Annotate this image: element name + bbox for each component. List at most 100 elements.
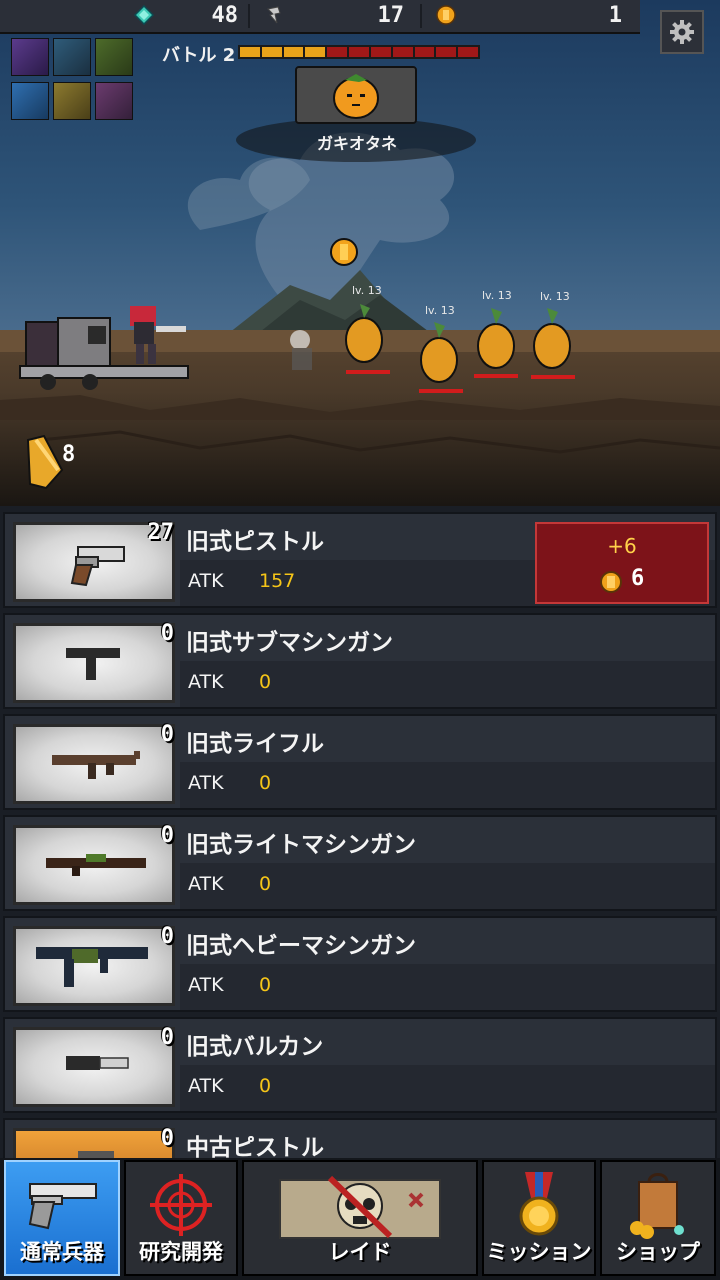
hero-soldier [130, 306, 186, 364]
progress-segment [349, 47, 369, 57]
nav-research-label: 研究開発 [139, 1240, 223, 1264]
lmg-icon [46, 854, 146, 876]
buff-slot-1-icon[interactable] [11, 38, 49, 76]
pistol-icon [28, 1183, 97, 1230]
atk-value: 0 [259, 671, 272, 693]
buff-slot-3-icon[interactable] [95, 38, 133, 76]
progress-segment [305, 47, 326, 57]
enemy-level: lv. 13 [482, 289, 512, 302]
weapon-row[interactable]: 0 旧式バルカン ATK 0 [3, 1017, 717, 1113]
ghost-enemy [290, 330, 312, 370]
nav-raid-label: レイド [328, 1240, 392, 1264]
weapon-thumbnail: 0 [13, 621, 175, 703]
nav-weapons-button[interactable]: 通常兵器 [4, 1160, 120, 1276]
weapon-name: 旧式サブマシンガン [186, 630, 393, 656]
atk-label: ATK [188, 772, 224, 794]
ammo-icon [26, 434, 64, 490]
weapon-count: 0 [160, 1126, 174, 1151]
skull-map-icon [279, 1175, 441, 1239]
weapon-count: 27 [147, 520, 175, 545]
weapon-row[interactable]: 0 中古ピストル [3, 1118, 717, 1158]
buff-slot-5-icon[interactable] [53, 82, 91, 120]
nav-shop-button[interactable]: ショップ [600, 1160, 716, 1276]
gem-count: 48 [211, 2, 239, 28]
coin-count: 1 [608, 2, 622, 28]
crosshair-icon [150, 1174, 212, 1236]
weapon-count: 0 [160, 823, 174, 848]
upgrade-button[interactable]: +6 6 [535, 522, 709, 604]
weapon-row[interactable]: 0 旧式ヘビーマシンガン ATK 0 [3, 916, 717, 1012]
atk-label: ATK [188, 570, 224, 592]
atk-value: 0 [259, 1075, 272, 1097]
battle-label: バトル 2 [162, 45, 236, 66]
atk-label: ATK [188, 873, 224, 895]
ticket-count: 17 [377, 2, 405, 28]
nav-raid-button[interactable]: レイド [242, 1160, 478, 1276]
weapon-row[interactable]: 0 旧式ライトマシンガン ATK 0 [3, 815, 717, 911]
smg-icon [66, 648, 120, 680]
onion-enemy [420, 322, 458, 383]
enemy-level: lv. 13 [425, 304, 455, 317]
weapon-thumbnail: 0 [13, 823, 175, 905]
progress-segment [261, 47, 282, 57]
atk-label: ATK [188, 974, 224, 996]
enemy-level: lv. 13 [540, 290, 570, 303]
weapon-list[interactable]: 27 旧式ピストル ATK 157 +6 6 0 旧式サブマシンガン ATK 0 [0, 506, 720, 1158]
medal-icon [519, 1172, 559, 1236]
weapon-thumbnail: 0 [13, 924, 175, 1006]
nav-mission-button[interactable]: ミッション [482, 1160, 596, 1276]
progress-segment [392, 47, 413, 57]
weapon-count: 0 [160, 722, 174, 747]
coin-icon [600, 571, 622, 593]
weapon-name: 旧式ライフル [186, 731, 324, 757]
weapon-row[interactable]: 0 旧式ライフル ATK 0 [3, 714, 717, 810]
weapon-count: 0 [160, 1025, 174, 1050]
weapon-thumbnail: 27 [13, 520, 175, 602]
battle-progress-bar [238, 45, 480, 59]
progress-segment [370, 47, 391, 57]
weapon-thumbnail: 0 [13, 1126, 175, 1158]
settings-button[interactable] [660, 10, 704, 54]
weapon-row[interactable]: 0 旧式サブマシンガン ATK 0 [3, 613, 717, 709]
nav-research-button[interactable]: 研究開発 [124, 1160, 238, 1276]
upgrade-amount: +6 [607, 534, 637, 558]
gem-counter: 48 [134, 0, 244, 30]
buff-slot-6-icon[interactable] [95, 82, 133, 120]
buff-slot-2-icon[interactable] [53, 38, 91, 76]
progress-segment [458, 47, 478, 57]
pistol-icon [78, 1151, 114, 1158]
atk-label: ATK [188, 1075, 224, 1097]
onion-enemy [477, 308, 515, 369]
ticket-counter: 17 [264, 0, 410, 30]
weapon-row[interactable]: 27 旧式ピストル ATK 157 +6 6 [3, 512, 717, 608]
onion-enemy [533, 308, 571, 369]
upgrade-cost: 6 [631, 566, 645, 591]
weapon-name: 旧式ヘビーマシンガン [186, 933, 416, 959]
boss-portrait [295, 66, 417, 124]
buff-slot-4-icon[interactable] [11, 82, 49, 120]
atk-value: 0 [259, 873, 272, 895]
enemy-level: lv. 13 [352, 284, 382, 297]
weapon-name: 旧式バルカン [186, 1034, 324, 1060]
progress-segment [283, 47, 304, 57]
bolt-icon [266, 6, 281, 24]
boss-name: ガキオタネ [316, 134, 397, 153]
enemy-hp-bar [474, 374, 518, 378]
weapon-thumbnail: 0 [13, 1025, 175, 1107]
atk-value: 0 [259, 772, 272, 794]
truck [19, 317, 189, 390]
progress-segment [436, 47, 457, 57]
progress-segment [240, 47, 260, 57]
bottom-nav: 通常兵器 研究開発 レイド ミッション ショップ [0, 1158, 720, 1280]
weapon-count: 0 [160, 924, 174, 949]
atk-value: 0 [259, 974, 272, 996]
vulcan-icon [66, 1056, 129, 1070]
atk-label: ATK [188, 671, 224, 693]
shopping-bag-icon [630, 1173, 684, 1239]
ammo-count: 8 [62, 442, 76, 467]
nav-weapons-label: 通常兵器 [20, 1240, 104, 1264]
coin-counter: 1 [436, 0, 628, 30]
onion-enemy [345, 304, 383, 363]
gem-icon [134, 5, 154, 25]
enemy-hp-bar [419, 389, 463, 393]
